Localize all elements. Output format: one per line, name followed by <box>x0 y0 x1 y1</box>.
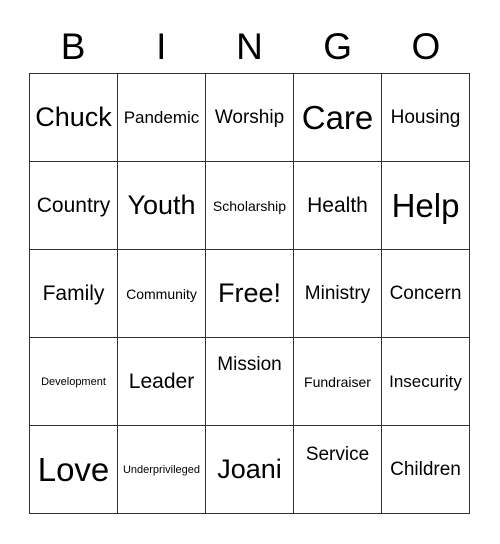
bingo-cell[interactable]: Leader <box>118 338 206 426</box>
header-letter-b: B <box>60 26 86 67</box>
header-letter-i: I <box>156 26 167 67</box>
bingo-cell[interactable]: Scholarship <box>206 162 294 250</box>
cell-label: Service <box>305 444 370 465</box>
bingo-cell[interactable]: Chuck <box>30 74 118 162</box>
cell-label: Children <box>390 458 461 480</box>
bingo-cell[interactable]: Help <box>382 162 470 250</box>
bingo-cell[interactable]: Love <box>30 426 118 514</box>
cell-label: Fundraiser <box>304 373 371 390</box>
bingo-cell[interactable]: Country <box>30 162 118 250</box>
bingo-cell[interactable]: Fundraiser <box>294 338 382 426</box>
cell-label: Help <box>391 186 460 224</box>
cell-label: Development <box>41 375 106 388</box>
cell-label: Country <box>36 193 111 217</box>
cell-label: Care <box>301 98 374 136</box>
header-letter-g: G <box>323 26 353 67</box>
cell-label: Youth <box>127 190 196 220</box>
bingo-grid: Chuck Pandemic Worship Care Housing Coun… <box>29 73 470 514</box>
cell-label: Mission <box>217 354 282 375</box>
cell-label: Concern <box>389 282 462 304</box>
cell-label: Community <box>126 285 197 302</box>
bingo-cell[interactable]: Pandemic <box>118 74 206 162</box>
bingo-cell[interactable]: Insecurity <box>382 338 470 426</box>
bingo-cell[interactable]: Service <box>294 426 382 514</box>
free-space[interactable]: Free! <box>206 250 294 338</box>
bingo-cell[interactable]: Family <box>30 250 118 338</box>
bingo-cell[interactable]: Children <box>382 426 470 514</box>
cell-label: Free! <box>217 278 282 308</box>
cell-label: Worship <box>214 106 285 128</box>
bingo-cell[interactable]: Ministry <box>294 250 382 338</box>
bingo-cell[interactable]: Care <box>294 74 382 162</box>
cell-label: Pandemic <box>123 107 200 127</box>
bingo-cell[interactable]: Community <box>118 250 206 338</box>
header-letter-n: N <box>236 26 263 67</box>
cell-label: Health <box>307 193 368 217</box>
cell-label: Love <box>37 450 110 488</box>
bingo-cell[interactable]: Concern <box>382 250 470 338</box>
cell-label: Underprivileged <box>122 463 201 476</box>
cell-label: Housing <box>390 106 461 128</box>
cell-label: Scholarship <box>212 197 287 214</box>
bingo-cell[interactable]: Youth <box>118 162 206 250</box>
bingo-cell[interactable]: Health <box>294 162 382 250</box>
bingo-cell[interactable]: Worship <box>206 74 294 162</box>
bingo-cell[interactable]: Development <box>30 338 118 426</box>
cell-label: Family <box>42 281 105 305</box>
header-letter-o: O <box>411 26 441 67</box>
cell-label: Ministry <box>304 282 371 304</box>
bingo-cell[interactable]: Underprivileged <box>118 426 206 514</box>
bingo-cell[interactable]: Mission <box>206 338 294 426</box>
bingo-header: B I N G O <box>29 22 470 72</box>
cell-label: Insecurity <box>389 371 462 391</box>
cell-label: Leader <box>128 369 195 393</box>
cell-label: Chuck <box>35 102 112 132</box>
bingo-cell[interactable]: Joani <box>206 426 294 514</box>
cell-label: Joani <box>217 454 282 484</box>
bingo-cell[interactable]: Housing <box>382 74 470 162</box>
